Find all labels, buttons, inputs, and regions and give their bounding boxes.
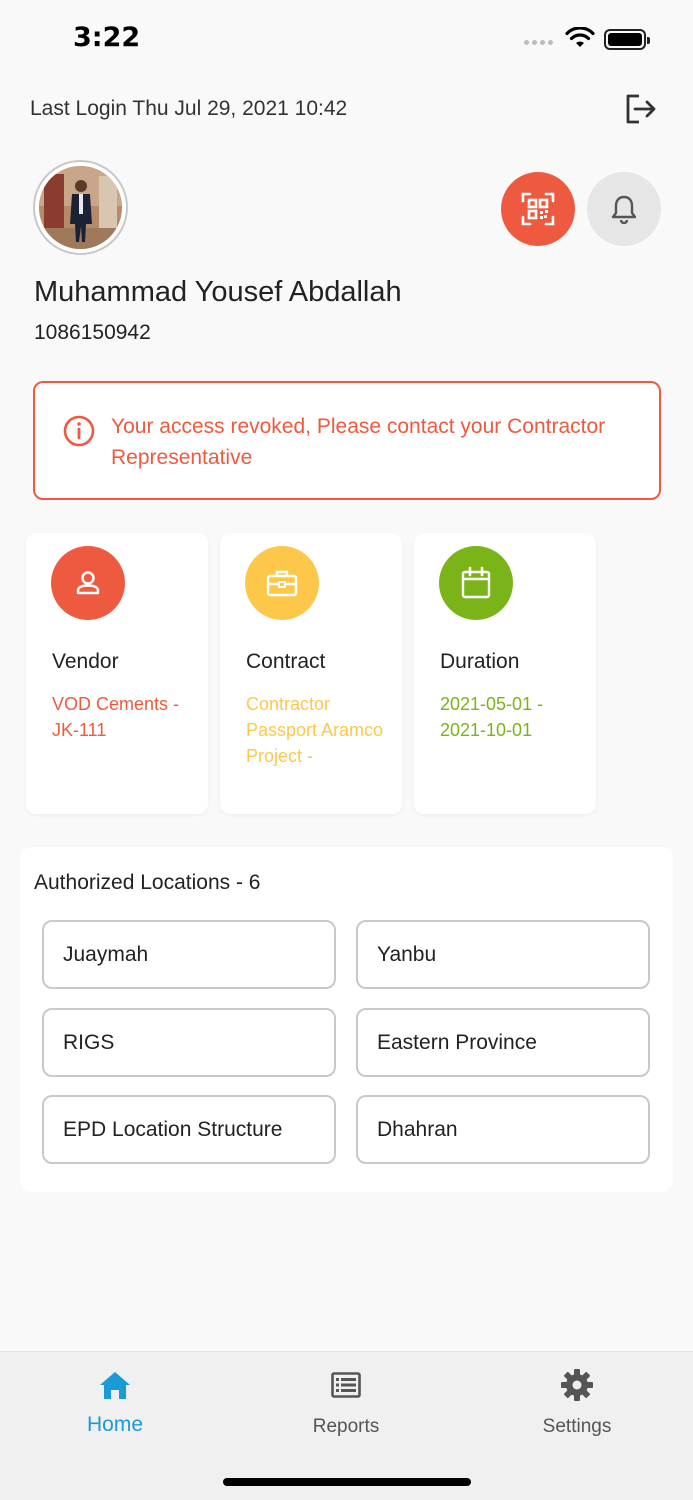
- profile-photo: [39, 166, 122, 249]
- qr-code-icon: [521, 192, 555, 226]
- tab-home[interactable]: Home: [35, 1367, 195, 1437]
- list-icon: [331, 1372, 361, 1398]
- card-value: VOD Cements - JK-111: [52, 694, 180, 740]
- tab-label: Reports: [312, 1416, 380, 1437]
- status-bar: 3:22: [0, 0, 693, 80]
- duration-card[interactable]: Duration 2021-05-01 - 2021-10-01: [414, 533, 596, 814]
- briefcase-icon: [245, 546, 319, 620]
- home-indicator[interactable]: [223, 1478, 471, 1486]
- home-icon: [100, 1372, 130, 1399]
- logout-icon[interactable]: [622, 91, 658, 127]
- contract-card[interactable]: Contract Contractor Passport Aramco Proj…: [220, 533, 402, 814]
- wifi-icon: [565, 27, 595, 47]
- qr-code-button[interactable]: [501, 172, 575, 246]
- cellular-signal-icon: [524, 40, 553, 45]
- tab-reports[interactable]: Reports: [266, 1367, 426, 1438]
- user-name: Muhammad Yousef Abdallah: [34, 276, 402, 308]
- vendor-card[interactable]: Vendor VOD Cements - JK-111: [26, 533, 208, 814]
- location-chip[interactable]: RIGS: [42, 1008, 336, 1077]
- info-icon: [63, 415, 95, 447]
- card-title: Vendor: [52, 650, 119, 673]
- authorized-locations-panel: Authorized Locations - 6 Juaymah Yanbu R…: [20, 847, 673, 1192]
- card-value: Contractor Passport Aramco Project -: [246, 694, 384, 766]
- battery-icon: [604, 29, 650, 50]
- tab-label: Home: [86, 1413, 144, 1436]
- card-value: 2021-05-01 - 2021-10-01: [440, 694, 544, 740]
- gear-icon: [561, 1369, 593, 1401]
- card-title: Duration: [440, 650, 520, 673]
- locations-title: Authorized Locations - 6: [34, 871, 261, 894]
- tab-settings[interactable]: Settings: [497, 1367, 657, 1438]
- tab-label: Settings: [542, 1416, 612, 1437]
- location-chip[interactable]: Yanbu: [356, 920, 650, 989]
- bell-icon: [611, 195, 637, 224]
- location-chip[interactable]: Juaymah: [42, 920, 336, 989]
- card-title: Contract: [246, 650, 326, 673]
- user-id: 1086150942: [34, 321, 151, 344]
- person-icon: [51, 546, 125, 620]
- last-login-text: Last Login Thu Jul 29, 2021 10:42: [30, 97, 348, 120]
- status-time: 3:22: [73, 22, 141, 53]
- avatar[interactable]: [33, 160, 128, 255]
- alert-message: Your access revoked, Please contact your…: [111, 415, 606, 469]
- access-revoked-alert: Your access revoked, Please contact your…: [33, 381, 661, 500]
- calendar-icon: [439, 546, 513, 620]
- location-chip[interactable]: Eastern Province: [356, 1008, 650, 1077]
- notifications-button[interactable]: [587, 172, 661, 246]
- location-chip[interactable]: Dhahran: [356, 1095, 650, 1164]
- location-chip[interactable]: EPD Location Structure: [42, 1095, 336, 1164]
